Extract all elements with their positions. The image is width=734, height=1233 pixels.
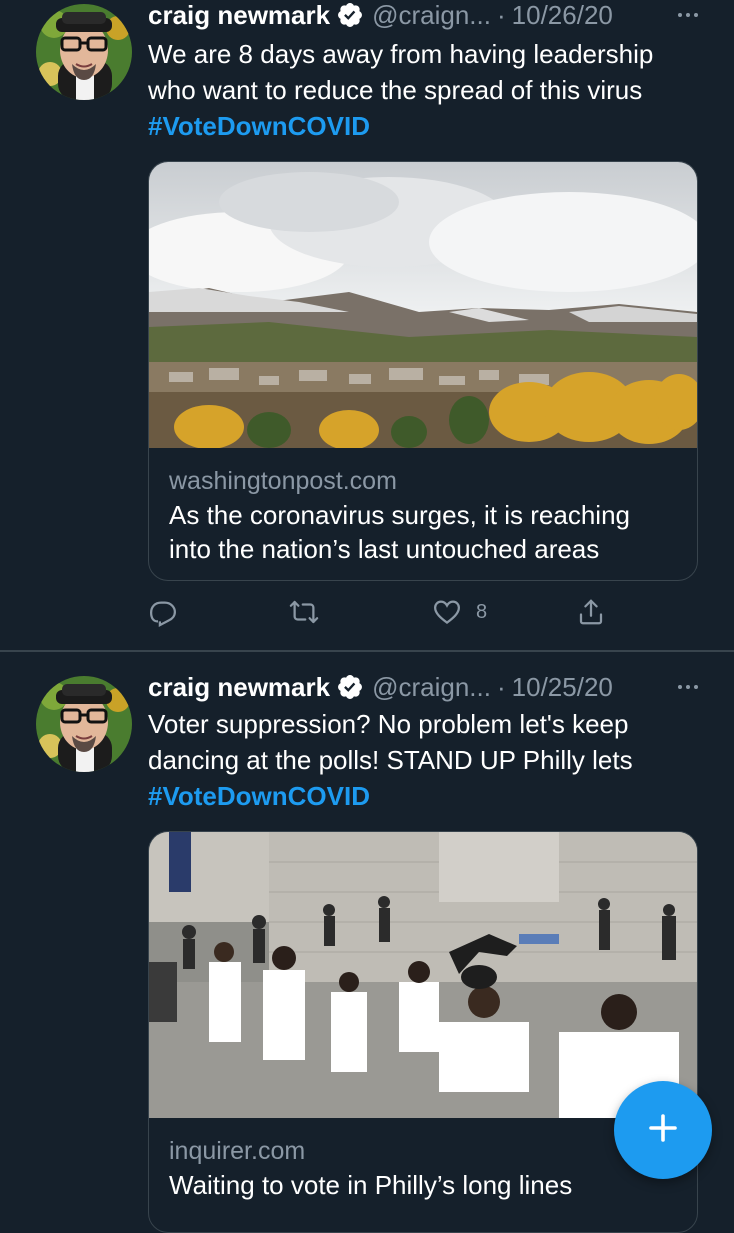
hashtag-link[interactable]: #VoteDownCOVID — [148, 108, 708, 144]
tweet-header: craig newmark @craign... · 10/26/20 — [148, 0, 708, 32]
retweet-icon[interactable] — [288, 594, 320, 630]
card-image — [149, 162, 697, 448]
like-count: 8 — [476, 600, 488, 623]
tweet-body: Voter suppression? No problem let's keep… — [148, 709, 633, 775]
card-title: As the coronavirus surges, it is reachin… — [169, 500, 630, 564]
link-card[interactable]: washingtonpost.com As the coronavirus su… — [148, 161, 698, 581]
author-name[interactable]: craig newmark — [148, 0, 330, 32]
tweet-date[interactable]: 10/26/20 — [512, 0, 613, 32]
card-title: Waiting to vote in Philly’s long lines — [169, 1170, 573, 1200]
tweet-text: We are 8 days away from having leadershi… — [148, 36, 708, 144]
tweet-actions: 8 — [148, 594, 618, 630]
author-name[interactable]: craig newmark — [148, 670, 330, 704]
compose-tweet-button[interactable] — [614, 1081, 712, 1179]
plus-icon — [645, 1110, 681, 1151]
author-avatar[interactable] — [36, 676, 132, 772]
verified-badge-icon — [336, 1, 364, 29]
card-domain: washingtonpost.com — [169, 467, 397, 495]
author-handle[interactable]: @craign... — [372, 0, 491, 32]
reply-icon[interactable] — [148, 594, 178, 630]
header-separator: · — [496, 672, 506, 702]
card-domain: inquirer.com — [169, 1137, 306, 1165]
verified-badge-icon — [336, 673, 364, 701]
heart-icon — [432, 597, 462, 627]
hashtag-link[interactable]: #VoteDownCOVID — [148, 778, 708, 814]
card-body: washingtonpost.com As the coronavirus su… — [149, 448, 697, 578]
tweet-1[interactable]: craig newmark @craign... · 10/26/20 We a… — [0, 0, 734, 650]
tweet-text: Voter suppression? No problem let's keep… — [148, 706, 708, 814]
link-card[interactable]: inquirer.com Waiting to vote in Philly’s… — [148, 831, 698, 1233]
share-icon[interactable] — [576, 594, 606, 630]
header-separator: · — [496, 0, 506, 30]
author-handle[interactable]: @craign... — [372, 670, 491, 704]
tweet-header: craig newmark @craign... · 10/25/20 — [148, 670, 708, 704]
tweet-date[interactable]: 10/25/20 — [512, 670, 613, 704]
more-dots-icon[interactable] — [668, 670, 708, 704]
like-button[interactable]: 8 — [432, 594, 487, 630]
tweet-body: We are 8 days away from having leadershi… — [148, 39, 654, 105]
card-image — [149, 832, 697, 1118]
more-dots-icon[interactable] — [668, 0, 708, 32]
author-avatar[interactable] — [36, 4, 132, 100]
